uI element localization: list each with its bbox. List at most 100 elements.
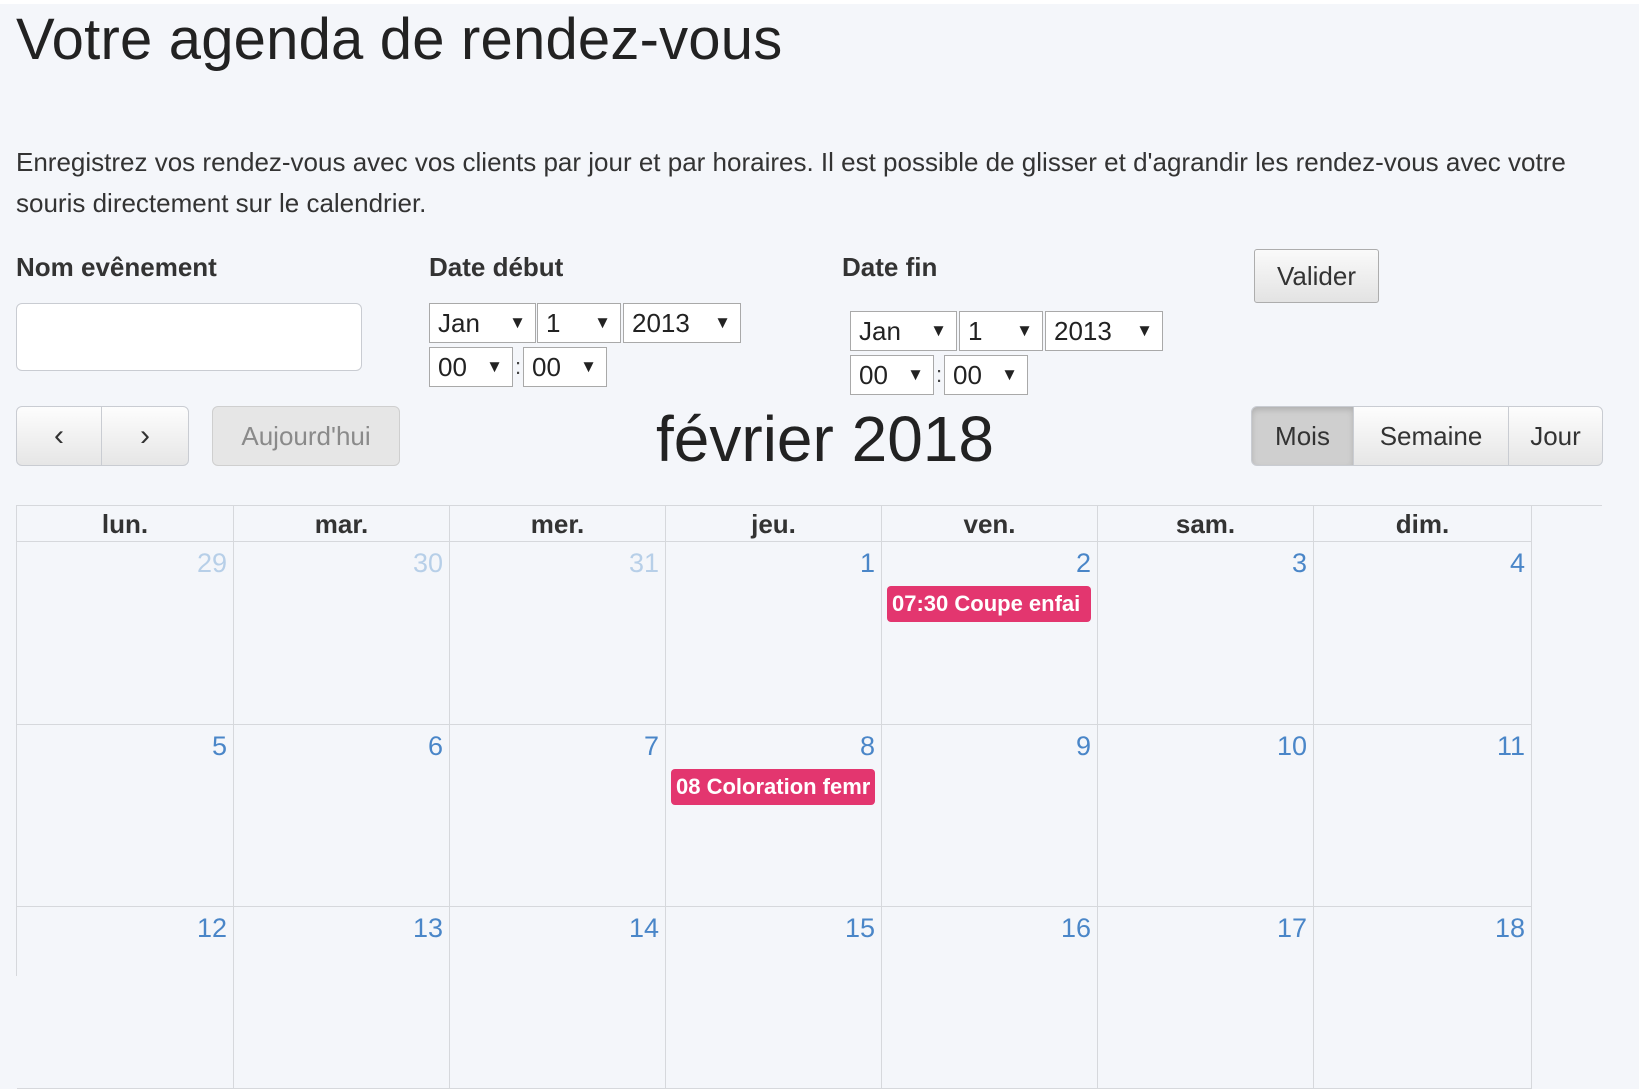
dropdown-arrow-icon: ▼ xyxy=(486,357,503,376)
end-year-value: 2013 xyxy=(1054,316,1112,346)
day-cell[interactable]: 12 xyxy=(17,907,234,1089)
day-cell[interactable]: 15 xyxy=(666,907,882,1089)
day-cell[interactable]: 3 xyxy=(1098,542,1314,725)
page-title: Votre agenda de rendez-vous xyxy=(16,7,783,72)
weekday-header: lun. xyxy=(17,506,234,542)
day-cell[interactable]: 9 xyxy=(882,725,1098,907)
start-month-select[interactable]: Jan ▼ xyxy=(429,303,536,343)
start-year-value: 2013 xyxy=(632,308,690,338)
start-day-select[interactable]: 1 ▼ xyxy=(537,303,621,343)
event-name-label: Nom evênement xyxy=(16,252,217,282)
day-cell[interactable]: 18 xyxy=(1314,907,1532,1089)
day-number: 9 xyxy=(1075,731,1091,761)
calendar-event[interactable]: 07:30 Coupe enfai xyxy=(887,586,1091,622)
view-week-button[interactable]: Semaine xyxy=(1353,406,1509,466)
day-number: 10 xyxy=(1276,731,1307,761)
dropdown-arrow-icon: ▼ xyxy=(714,313,731,332)
start-minute-value: 00 xyxy=(532,352,561,382)
end-year-select[interactable]: 2013 ▼ xyxy=(1045,311,1163,351)
submit-button[interactable]: Valider xyxy=(1254,249,1379,303)
day-number: 7 xyxy=(643,731,659,761)
day-number: 5 xyxy=(211,731,227,761)
day-cell[interactable]: 16 xyxy=(882,907,1098,1089)
page-description: Enregistrez vos rendez-vous avec vos cli… xyxy=(16,147,1566,218)
start-month-value: Jan xyxy=(438,308,480,338)
weekday-header: dim. xyxy=(1314,506,1532,542)
calendar-event[interactable]: 08 Coloration femr xyxy=(671,769,875,805)
view-day-button[interactable]: Jour xyxy=(1508,406,1603,466)
day-cell[interactable]: 8 08 Coloration femr xyxy=(666,725,882,907)
dropdown-arrow-icon: ▼ xyxy=(930,321,947,340)
day-number: 30 xyxy=(412,548,443,578)
start-hour-value: 00 xyxy=(438,352,467,382)
day-cell[interactable]: 10 xyxy=(1098,725,1314,907)
end-day-select[interactable]: 1 ▼ xyxy=(959,311,1043,351)
end-date-label: Date fin xyxy=(842,252,938,282)
end-day-value: 1 xyxy=(968,316,983,346)
top-border xyxy=(0,0,1639,4)
day-number: 15 xyxy=(844,913,875,943)
time-separator: : xyxy=(515,354,522,379)
day-number: 29 xyxy=(196,548,227,578)
chevron-left-icon: ‹ xyxy=(54,419,64,452)
view-month-button[interactable]: Mois xyxy=(1251,406,1354,466)
day-number: 31 xyxy=(628,548,659,578)
dropdown-arrow-icon: ▼ xyxy=(1016,321,1033,340)
day-number: 3 xyxy=(1291,548,1307,578)
time-separator: : xyxy=(936,362,943,387)
day-cell[interactable]: 17 xyxy=(1098,907,1314,1089)
day-number: 6 xyxy=(427,731,443,761)
end-hour-value: 00 xyxy=(859,360,888,390)
dropdown-arrow-icon: ▼ xyxy=(907,365,924,384)
day-cell[interactable]: 7 xyxy=(450,725,666,907)
day-cell[interactable]: 4 xyxy=(1314,542,1532,725)
start-hour-select[interactable]: 00 ▼ xyxy=(429,347,513,387)
day-cell[interactable]: 6 xyxy=(234,725,450,907)
next-month-button[interactable]: › xyxy=(101,406,189,466)
weekday-header: ven. xyxy=(882,506,1098,542)
end-hour-select[interactable]: 00 ▼ xyxy=(850,355,934,395)
start-year-select[interactable]: 2013 ▼ xyxy=(623,303,741,343)
prev-month-button[interactable]: ‹ xyxy=(16,406,102,466)
day-number: 14 xyxy=(628,913,659,943)
day-cell[interactable]: 2 07:30 Coupe enfai xyxy=(882,542,1098,725)
start-minute-select[interactable]: 00 ▼ xyxy=(523,347,607,387)
weekday-header: jeu. xyxy=(666,506,882,542)
dropdown-arrow-icon: ▼ xyxy=(509,313,526,332)
event-name-input[interactable] xyxy=(16,303,362,371)
day-number: 8 xyxy=(859,731,875,761)
day-cell[interactable]: 1 xyxy=(666,542,882,725)
day-cell[interactable]: 13 xyxy=(234,907,450,1089)
day-number: 4 xyxy=(1509,548,1525,578)
day-number: 17 xyxy=(1276,913,1307,943)
end-month-select[interactable]: Jan ▼ xyxy=(850,311,957,351)
weekday-header: mer. xyxy=(450,506,666,542)
dropdown-arrow-icon: ▼ xyxy=(594,313,611,332)
day-number: 11 xyxy=(1496,731,1525,761)
end-month-value: Jan xyxy=(859,316,901,346)
day-cell[interactable]: 29 xyxy=(17,542,234,725)
day-cell[interactable]: 5 xyxy=(17,725,234,907)
month-title: février 2018 xyxy=(656,403,994,475)
day-number: 18 xyxy=(1494,913,1525,943)
day-cell[interactable]: 11 xyxy=(1314,725,1532,907)
start-date-label: Date début xyxy=(429,252,564,282)
month-calendar-grid: lun. mar. mer. jeu. ven. sam. dim. 29 30 31 1 2 07:3… xyxy=(16,505,1602,1089)
dropdown-arrow-icon: ▼ xyxy=(1001,365,1018,384)
day-cell[interactable]: 30 xyxy=(234,542,450,725)
day-number: 16 xyxy=(1060,913,1091,943)
day-number: 2 xyxy=(1075,548,1091,578)
start-day-value: 1 xyxy=(546,308,561,338)
day-number: 12 xyxy=(196,913,227,943)
today-button[interactable]: Aujourd'hui xyxy=(212,406,400,466)
day-cell[interactable]: 14 xyxy=(450,907,666,1089)
weekday-header: sam. xyxy=(1098,506,1314,542)
end-minute-value: 00 xyxy=(953,360,982,390)
day-number: 1 xyxy=(859,548,875,578)
end-minute-select[interactable]: 00 ▼ xyxy=(944,355,1028,395)
dropdown-arrow-icon: ▼ xyxy=(1136,321,1153,340)
dropdown-arrow-icon: ▼ xyxy=(580,357,597,376)
day-number: 13 xyxy=(412,913,443,943)
day-cell[interactable]: 31 xyxy=(450,542,666,725)
weekday-header: mar. xyxy=(234,506,450,542)
